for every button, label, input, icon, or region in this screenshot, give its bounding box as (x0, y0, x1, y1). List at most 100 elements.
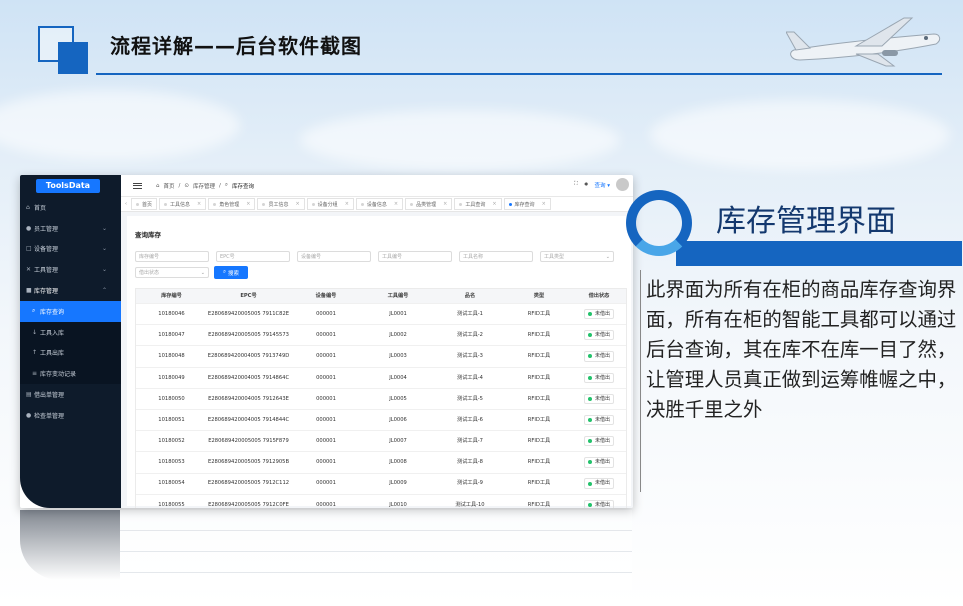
inventory-icon: ■ (26, 287, 32, 295)
tab[interactable]: 库存查询 × (503, 198, 551, 210)
sidebar-item[interactable]: ↑ 工具出库 (20, 342, 121, 364)
sidebar-item-label: 库存变动记录 (40, 371, 77, 379)
breadcrumb-home[interactable]: 首页 (164, 182, 175, 190)
filter-input[interactable]: 库存编号 (135, 251, 209, 262)
loan-status-select[interactable]: 借出状态 ⌄ (135, 267, 209, 278)
table-cell: RFID工具 (527, 310, 551, 317)
tab-scroll-left-icon[interactable]: ‹ (121, 201, 131, 207)
table-row[interactable]: 10180046 E280689420005005 7911C82E 000001 J… (136, 303, 626, 324)
table-cell: 000001 (316, 416, 336, 423)
filter-input[interactable]: EPC号 (216, 251, 290, 262)
list-icon: ≡ (32, 370, 38, 378)
tab[interactable]: 品类管理 × (405, 198, 453, 210)
tab-label: 设备分组 (317, 201, 338, 208)
sidebar-item[interactable]: ⌂ 首页 (20, 197, 121, 218)
table-cell: 10180055 (158, 501, 185, 508)
tab[interactable]: 员工信息 × (257, 198, 305, 210)
table-cell: 10180051 (158, 416, 185, 423)
table-row[interactable]: 10180051 E280689420004005 7914844C 000001 J… (136, 408, 626, 430)
table-cell: E280689420005005 7912C112 (207, 480, 290, 487)
status-dot-icon (587, 439, 592, 444)
table-cell: 未借出 (572, 495, 626, 508)
table-cell: E280689420004005 7913749D (207, 353, 290, 360)
close-icon[interactable]: × (345, 201, 349, 207)
close-icon[interactable]: × (394, 201, 398, 207)
close-icon[interactable]: × (492, 201, 496, 207)
description-divider (640, 270, 641, 492)
filter-input[interactable]: 工具名称 (459, 251, 533, 262)
airplane-icon (786, 17, 941, 67)
sidebar-item[interactable]: □ 设备管理 ⌄ (20, 239, 121, 260)
sidebar-item[interactable]: ■ 库存管理 ⌃ (20, 280, 121, 301)
table-header: 库存编号 EPC号 设备编号 工具编号 品名 类型 借出状态 (136, 289, 626, 303)
tab-label: 角色管理 (219, 201, 240, 208)
table-cell: 000001 (316, 310, 336, 317)
table-cell: 测试工具-9 (457, 480, 483, 487)
status-dot-icon (587, 396, 592, 401)
search-button[interactable]: ⌕ 搜索 (214, 266, 248, 279)
close-icon[interactable]: × (295, 201, 299, 207)
close-icon[interactable]: × (197, 201, 201, 207)
table-row[interactable]: 10180052 E280689420005005 7915F879 000001 J… (136, 430, 626, 451)
status-dot-icon (587, 481, 592, 486)
close-icon[interactable]: × (246, 201, 250, 207)
column-header: EPC号 (240, 292, 257, 299)
tab[interactable]: 首页 (131, 198, 158, 210)
table-row[interactable]: 10180047 E280689420005005 79145573 000001 J… (136, 324, 626, 345)
table-cell: 10180048 (158, 353, 185, 360)
table-row[interactable]: 10180053 E280689420005005 7912905B 000001 J… (136, 451, 626, 472)
tab-label: 品类管理 (416, 201, 437, 208)
filter-input[interactable]: 设备编号 (297, 251, 371, 262)
close-icon[interactable]: × (443, 201, 447, 207)
filter-input[interactable]: 工具类型 ⌄ (540, 251, 614, 262)
tab[interactable]: 工具信息 × (159, 198, 207, 210)
sidebar-item[interactable]: ● 员工管理 ⌄ (20, 218, 121, 239)
sidebar-item[interactable]: ≡ 库存变动记录 (20, 363, 121, 385)
filter-input[interactable]: 工具编号 (378, 251, 452, 262)
section-description: 此界面为所有在柜的商品库存查询界面，所有在柜的智能工具都可以通过后台查询，其在库… (646, 278, 957, 421)
table-row[interactable]: 10180050 E280689420004005 7912643E 000001 J… (136, 387, 626, 409)
table-row[interactable]: 10180055 E280689420005005 7912C0FE 000001 J… (136, 493, 626, 508)
table-cell: 未借出 (572, 346, 626, 366)
table-row[interactable]: 10180048 E280689420004005 7913749D 000001 J… (136, 345, 626, 366)
tab-dot (410, 202, 414, 206)
fullscreen-icon[interactable]: ⛶ (574, 181, 578, 188)
table-cell: JL0006 (389, 416, 407, 423)
tab[interactable]: 设备分组 × (306, 198, 354, 210)
table-row[interactable]: 10180049 E280689420004005 7914864C 000001 J… (136, 366, 626, 388)
table-cell: JL0003 (389, 353, 407, 360)
avatar[interactable] (616, 178, 629, 191)
column-header: 品名 (464, 292, 476, 299)
table-cell: E280689420005005 7911C82E (207, 310, 290, 317)
table-cell: 000001 (316, 480, 336, 487)
table-cell: JL0009 (389, 480, 407, 487)
breadcrumb-inventory[interactable]: 库存管理 (193, 182, 215, 190)
gear-icon[interactable]: ✹ (584, 182, 589, 188)
home-icon: ⌂ (26, 203, 30, 211)
table-cell: RFID工具 (527, 480, 551, 487)
sidebar-item[interactable]: ▤ 借出单管理 (20, 384, 121, 405)
tab[interactable]: 设备信息 × (355, 198, 404, 210)
sidebar-item-label: 库存管理 (34, 288, 59, 296)
close-icon[interactable]: × (542, 201, 546, 207)
table-cell: E280689420005005 79145573 (208, 332, 289, 339)
tab-label: 工具查询 (465, 201, 486, 208)
sidebar-item[interactable]: ⌕ 库存查询 (20, 300, 121, 322)
tab[interactable]: 工具查询 × (454, 198, 502, 210)
menu-toggle-icon[interactable] (133, 182, 142, 189)
table-cell: 10180049 (158, 374, 185, 381)
sidebar-item[interactable]: ● 检查单管理 (20, 405, 121, 426)
user-menu[interactable]: 查询 ▾ (594, 181, 610, 189)
table-cell: RFID工具 (527, 395, 551, 402)
title-underline (96, 73, 942, 75)
inventory-panel: 查询库存 库存编号 EPC号 设备编号 工具编号 工具名称 工具类型 ⌄ 借出状态 ⌄ ⌕ 搜索… (127, 216, 631, 508)
column-header: 借出状态 (588, 292, 610, 299)
column-header: 设备编号 (315, 292, 337, 299)
sidebar-item[interactable]: ↓ 工具入库 (20, 321, 121, 343)
table-cell: RFID工具 (527, 416, 551, 423)
tab[interactable]: 角色管理 × (208, 198, 256, 210)
table-cell: RFID工具 (527, 332, 551, 339)
sidebar-item[interactable]: ✕ 工具管理 ⌄ (20, 259, 121, 280)
title-decoration-block (58, 42, 88, 74)
table-row[interactable]: 10180054 E280689420005005 7912C112 000001 J… (136, 472, 626, 494)
